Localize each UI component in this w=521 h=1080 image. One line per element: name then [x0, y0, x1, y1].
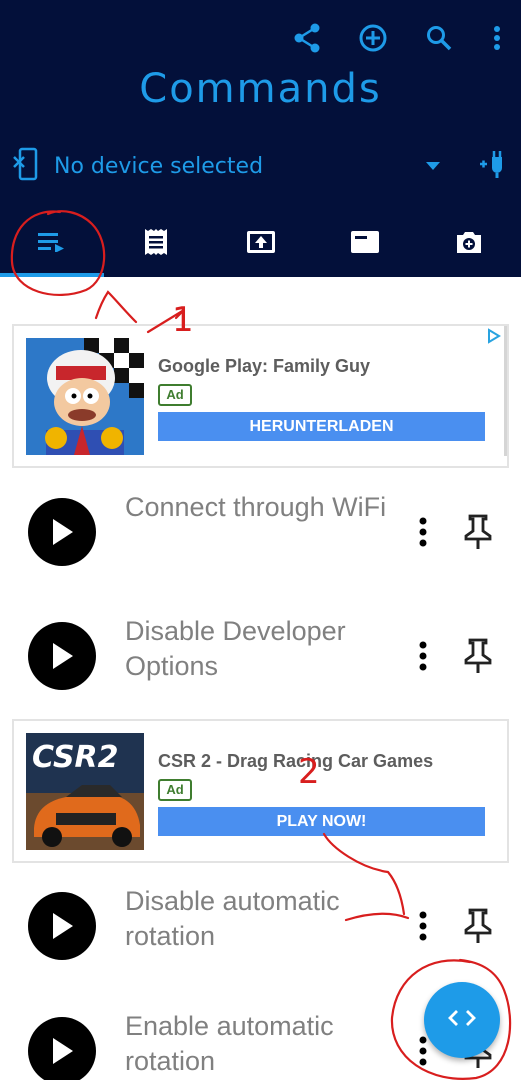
upload-box-icon — [246, 230, 276, 259]
ad-headline: CSR 2 - Drag Racing Car Games — [158, 751, 434, 771]
code-fab-button[interactable] — [424, 982, 500, 1058]
add-device-plug-icon[interactable] — [478, 148, 512, 185]
ad-banner[interactable]: CSR2 CSR 2 - Drag Racing Car Games Ad PL… — [12, 719, 509, 863]
command-label: Enable automatic rotation — [125, 1011, 334, 1076]
ad-scrollbar — [504, 326, 507, 456]
play-button[interactable] — [28, 1017, 96, 1080]
app-header: Commands No device selected — [0, 0, 521, 277]
command-label: Connect through WiFi — [125, 492, 387, 522]
code-icon — [447, 1008, 477, 1033]
play-button[interactable] — [28, 622, 96, 690]
add-circle-icon[interactable] — [355, 20, 391, 56]
tab-commands[interactable] — [0, 212, 105, 277]
search-icon[interactable] — [421, 20, 457, 56]
adchoices-icon[interactable] — [487, 328, 501, 349]
command-row[interactable]: Disable automatic rotation — [0, 872, 521, 982]
ad-thumbnail — [26, 338, 144, 455]
dropdown-arrow-icon[interactable] — [418, 161, 448, 171]
pin-icon[interactable] — [458, 512, 498, 552]
share-icon[interactable] — [289, 20, 325, 56]
command-label: Disable automatic rotation — [125, 886, 340, 951]
annotation-number-1: 1 — [172, 300, 194, 340]
annotation-number-2: 2 — [298, 752, 320, 792]
tab-logs[interactable] — [104, 212, 208, 277]
page-title: Commands — [139, 66, 382, 112]
camera-add-icon — [455, 230, 483, 259]
header-actions — [289, 20, 507, 56]
ad-cta-button[interactable]: PLAY NOW! — [158, 807, 485, 836]
play-button[interactable] — [28, 498, 96, 566]
tab-screenshot[interactable] — [417, 212, 521, 277]
device-status-text: No device selected — [54, 153, 264, 179]
tab-window[interactable] — [313, 212, 417, 277]
device-disconnected-icon — [12, 147, 40, 186]
ad-thumb-logo-text: CSR2 — [32, 740, 119, 775]
more-vert-icon[interactable] — [408, 512, 438, 552]
more-vert-icon[interactable] — [487, 20, 507, 56]
command-label: Disable Developer Options — [125, 616, 346, 681]
command-row[interactable]: Connect through WiFi — [0, 478, 521, 588]
pin-icon[interactable] — [458, 906, 498, 946]
ad-banner[interactable]: Google Play: Family Guy Ad HERUNTERLADEN — [12, 324, 509, 468]
pin-icon[interactable] — [458, 636, 498, 676]
more-vert-icon[interactable] — [408, 906, 438, 946]
ad-thumbnail: CSR2 — [26, 733, 144, 850]
receipt-icon — [144, 228, 168, 261]
play-button[interactable] — [28, 892, 96, 960]
tab-upload[interactable] — [208, 212, 312, 277]
device-selector[interactable]: No device selected — [12, 146, 512, 186]
annotation-arrow-tab — [94, 290, 138, 324]
ad-cta-button[interactable]: HERUNTERLADEN — [158, 412, 485, 441]
ad-headline: Google Play: Family Guy — [158, 356, 371, 376]
tab-bar — [0, 212, 521, 277]
ad-badge: Ad — [158, 384, 192, 406]
command-row[interactable]: Disable Developer Options — [0, 602, 521, 712]
queue-list-icon — [38, 232, 66, 257]
more-vert-icon[interactable] — [408, 636, 438, 676]
ad-badge: Ad — [158, 779, 192, 801]
window-icon — [350, 230, 380, 259]
